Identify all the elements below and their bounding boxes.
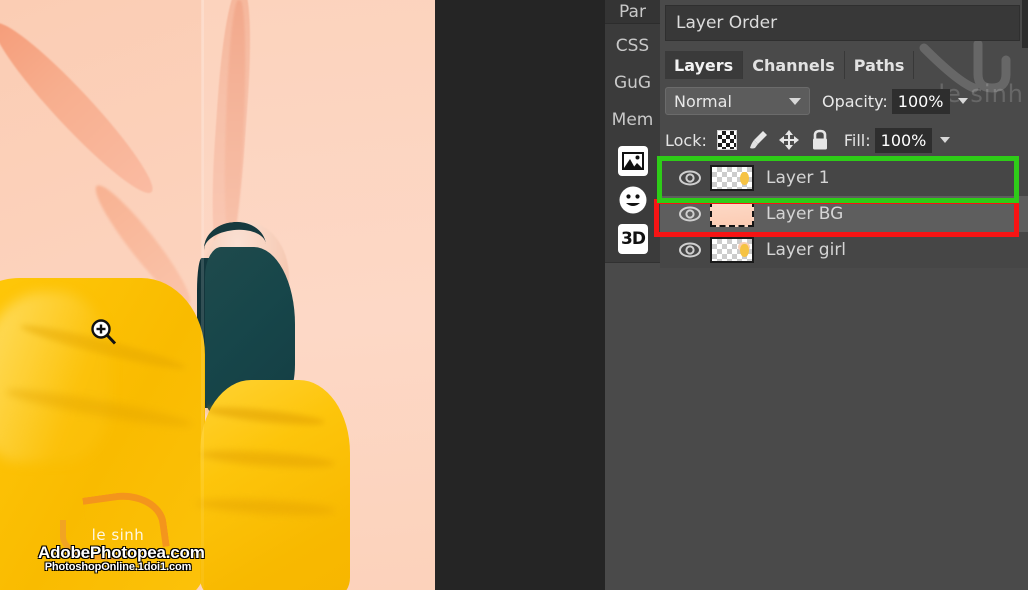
layers-list: Layer 1 Layer BG Layer girl — [660, 160, 1028, 268]
tab-layers[interactable]: Layers — [665, 51, 744, 79]
chevron-down-icon — [789, 97, 801, 105]
layer-name-label: Layer 1 — [766, 168, 830, 188]
rail-item-gug[interactable]: GuG — [605, 73, 660, 93]
watermark-line-2: AdobePhotopea.com — [38, 542, 205, 562]
3d-icon-label: 3D — [621, 229, 646, 249]
blend-mode-select[interactable]: Normal — [665, 87, 810, 115]
tab-paths[interactable]: Paths — [844, 51, 915, 79]
panel-tabbar: Layers Channels Paths — [665, 51, 1020, 79]
rail-item-par[interactable]: Par — [605, 0, 660, 24]
layer-thumbnail[interactable] — [710, 201, 754, 227]
blend-opacity-row: Normal Opacity: 100% — [665, 86, 1020, 116]
lock-row: Lock: Fill: 100% — [665, 126, 1020, 154]
side-icon-rail: Par CSS GuG Mem 3D — [605, 0, 660, 590]
3d-icon[interactable]: 3D — [618, 224, 648, 254]
layer-order-title-box[interactable]: Layer Order — [665, 5, 1020, 41]
panel-right-edge — [1022, 0, 1028, 48]
tab-channels[interactable]: Channels — [743, 51, 845, 79]
rail-lower-area — [605, 263, 660, 590]
table-row[interactable]: Layer girl — [660, 232, 1028, 268]
fill-input[interactable]: 100% — [874, 127, 933, 153]
image-icon[interactable] — [618, 146, 648, 176]
fill-chevron-down-icon[interactable] — [940, 137, 951, 143]
canvas-watermark: le sinh AdobePhotopea.com PhotoshopOnlin… — [38, 526, 205, 573]
eye-visibility-icon[interactable] — [678, 169, 702, 187]
table-row[interactable]: Layer BG — [660, 196, 1028, 232]
lock-all-padlock-icon[interactable] — [809, 129, 831, 151]
page-title: Layer Order — [676, 13, 778, 33]
eye-visibility-icon[interactable] — [678, 205, 702, 223]
document-image[interactable]: le sinh AdobePhotopea.com PhotoshopOnlin… — [0, 0, 435, 590]
lock-transparency-icon[interactable] — [716, 129, 738, 151]
photo-layer-seam — [201, 0, 204, 590]
canvas-area[interactable]: le sinh AdobePhotopea.com PhotoshopOnlin… — [0, 0, 605, 590]
watermark-line-1: le sinh — [91, 526, 145, 544]
smiley-icon[interactable] — [618, 185, 648, 215]
watermark-line-3: PhotoshopOnline.1doi1.com — [44, 560, 192, 573]
layer-name-label: Layer BG — [766, 204, 844, 224]
layer-name-label: Layer girl — [766, 240, 847, 260]
lock-label: Lock: — [665, 130, 707, 150]
eye-visibility-icon[interactable] — [678, 241, 702, 259]
layer-thumbnail[interactable] — [710, 237, 754, 263]
layer-thumbnail[interactable] — [710, 165, 754, 191]
blend-mode-value: Normal — [674, 91, 732, 111]
lock-image-brush-icon[interactable] — [747, 129, 769, 151]
rail-item-mem[interactable]: Mem — [605, 110, 660, 130]
lock-position-move-icon[interactable] — [778, 129, 800, 151]
app-root: le sinh AdobePhotopea.com PhotoshopOnlin… — [0, 0, 1028, 590]
opacity-chevron-down-icon[interactable] — [957, 98, 968, 104]
photo-arm-diagonal — [0, 11, 165, 205]
layers-panel: le sinh Layer Order Layers Channels Path… — [660, 0, 1028, 590]
opacity-input[interactable]: 100% — [891, 88, 950, 114]
photo-dress-highlight — [0, 292, 110, 462]
rail-item-css[interactable]: CSS — [605, 36, 660, 56]
table-row[interactable]: Layer 1 — [660, 160, 1028, 196]
opacity-label: Opacity: — [822, 91, 888, 111]
fill-label: Fill: — [843, 130, 871, 150]
